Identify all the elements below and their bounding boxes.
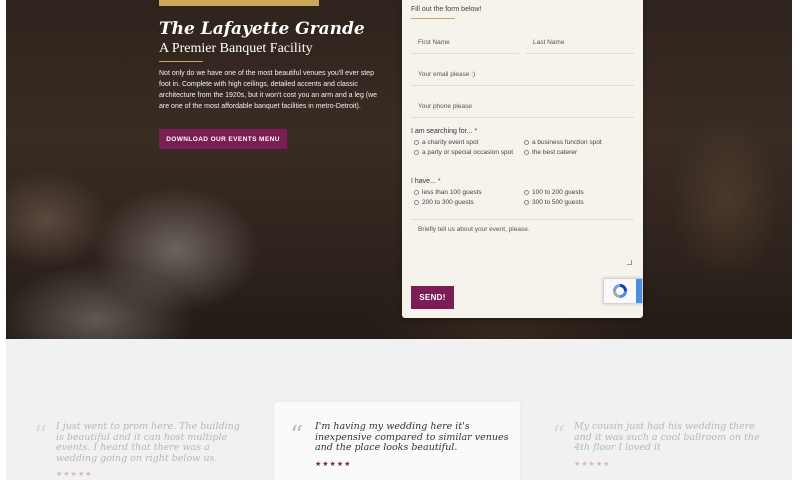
hero-subtitle: A Premier Banquet Facility <box>159 41 313 56</box>
option-label: the best caterer <box>532 149 578 156</box>
recaptcha-icon <box>613 284 627 298</box>
guest-count-label-text: I have... <box>411 178 436 185</box>
option-label: a party or special occasion spot <box>422 149 514 156</box>
star-icon: ★★★★★ <box>56 471 93 478</box>
required-mark: * <box>474 128 478 135</box>
resize-handle[interactable] <box>627 260 632 265</box>
hero-accent-bar <box>159 0 319 6</box>
radio-button[interactable] <box>524 150 529 155</box>
searching-option-business[interactable]: a business function spot <box>524 138 634 148</box>
recaptcha-badge[interactable] <box>603 278 643 304</box>
radio-button[interactable] <box>414 190 419 195</box>
testimonial-card: “ I just went to prom here. The building… <box>28 417 248 478</box>
testimonial-text: My cousin just had his wedding there and… <box>574 421 760 453</box>
last-name-field[interactable]: Last Name <box>526 32 634 54</box>
hero-description: Not only do we have one of the most beau… <box>159 70 378 110</box>
phone-field[interactable]: Your phone please <box>411 96 634 118</box>
guest-option-under-100[interactable]: less than 100 guests <box>414 188 519 198</box>
guest-option-300-500[interactable]: 300 to 500 guests <box>524 198 634 208</box>
guest-option-100-200[interactable]: 100 to 200 guests <box>524 188 634 198</box>
radio-button[interactable] <box>524 190 529 195</box>
quote-icon: “ <box>290 421 304 451</box>
email-field[interactable]: Your email please :) <box>411 64 634 86</box>
contact-form: Fill out the form below! First Name Last… <box>402 0 643 318</box>
searching-option-caterer[interactable]: the best caterer <box>524 148 634 158</box>
searching-for-label: I am searching for... * <box>411 128 477 135</box>
option-label: 300 to 500 guests <box>532 199 584 206</box>
radio-button[interactable] <box>524 200 529 205</box>
recaptcha-tab[interactable] <box>636 279 642 303</box>
message-placeholder: Briefly tell us about your event, please… <box>418 226 530 233</box>
radio-button[interactable] <box>414 200 419 205</box>
radio-button[interactable] <box>414 140 419 145</box>
option-label: 200 to 300 guests <box>422 199 474 206</box>
option-label: 100 to 200 guests <box>532 189 584 196</box>
testimonial-text: I just went to prom here. The building i… <box>56 421 240 464</box>
quote-icon: “ <box>34 421 48 451</box>
hero-divider <box>159 61 203 62</box>
option-label: less than 100 guests <box>422 189 482 196</box>
quote-icon: “ <box>552 421 566 451</box>
send-button[interactable]: SEND! <box>411 286 454 309</box>
testimonials-section: “ I just went to prom here. The building… <box>6 339 792 480</box>
hero-section: The Lafayette Grande A Premier Banquet F… <box>6 0 792 339</box>
hero-title: The Lafayette Grande <box>159 19 365 39</box>
hero-background-image <box>6 0 792 339</box>
form-intro: Fill out the form below! <box>411 6 482 13</box>
star-icon: ★★★★★ <box>315 461 352 468</box>
searching-for-label-text: I am searching for... <box>411 128 473 135</box>
searching-option-charity[interactable]: a charity event spot <box>414 138 519 148</box>
guest-option-200-300[interactable]: 200 to 300 guests <box>414 198 519 208</box>
radio-button[interactable] <box>414 150 419 155</box>
testimonial-card: “ My cousin just had his wedding there a… <box>546 417 771 477</box>
searching-option-party[interactable]: a party or special occasion spot <box>414 148 519 158</box>
option-label: a charity event spot <box>422 139 479 146</box>
first-name-field[interactable]: First Name <box>411 32 519 54</box>
radio-button[interactable] <box>524 140 529 145</box>
form-intro-divider <box>411 18 455 19</box>
testimonial-text: I'm having my wedding here it's inexpens… <box>315 421 509 453</box>
star-icon: ★★★★★ <box>574 461 611 468</box>
download-menu-button[interactable]: DOWNLOAD OUR EVENTS MENU <box>159 129 287 149</box>
testimonial-card-active: “ I'm having my wedding here it's inexpe… <box>274 402 520 480</box>
option-label: a business function spot <box>532 139 602 146</box>
required-mark: * <box>437 178 441 185</box>
event-message-textarea[interactable]: Briefly tell us about your event, please… <box>411 219 634 267</box>
guest-count-label: I have... * <box>411 178 441 185</box>
